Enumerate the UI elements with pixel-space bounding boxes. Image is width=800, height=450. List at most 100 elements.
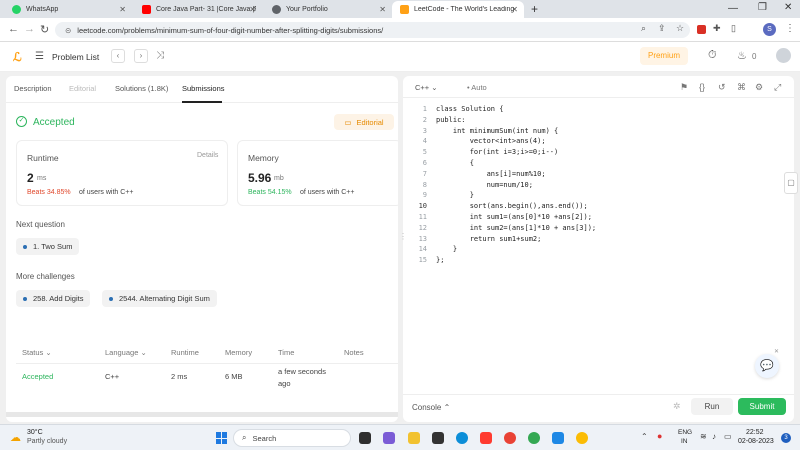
app-icon[interactable]	[480, 432, 492, 444]
forward-icon[interactable]: →	[24, 23, 35, 35]
user-avatar[interactable]	[776, 48, 791, 63]
code-line[interactable]: 15};	[403, 255, 794, 266]
shortcut-icon[interactable]: ⌘	[737, 82, 746, 93]
close-tab-icon[interactable]: ✕	[379, 5, 386, 14]
weather-icon[interactable]: ☁	[10, 431, 21, 444]
timer-icon[interactable]: ⏱	[708, 49, 717, 62]
region-indicator[interactable]: IN	[681, 438, 688, 445]
browser-menu-icon[interactable]: ⋮	[785, 23, 795, 34]
battery-icon[interactable]: ▭	[724, 432, 732, 441]
clock-time[interactable]: 22:52	[746, 429, 764, 436]
browser-tab-youtube[interactable]: Core Java Part- 31 |Core Java |F ✕	[134, 1, 262, 18]
leetcode-logo-icon[interactable]: ℒ	[13, 50, 22, 64]
close-tab-icon[interactable]: ✕	[119, 5, 126, 14]
code-line[interactable]: 9 }	[403, 190, 794, 201]
extensions-puzzle-icon[interactable]: ✚	[713, 23, 721, 34]
reload-icon[interactable]: ↻	[40, 23, 49, 36]
zoom-icon[interactable]: ⌕	[641, 23, 646, 34]
panel-resize-handle[interactable]: ⋮	[399, 232, 407, 242]
chrome-icon[interactable]	[504, 432, 516, 444]
code-line[interactable]: 6 {	[403, 158, 794, 169]
code-line[interactable]: 14 }	[403, 244, 794, 255]
run-button[interactable]: Run	[691, 398, 733, 415]
autocomplete-mode[interactable]: • Auto	[467, 83, 487, 92]
streak-fire-icon[interactable]: ♨	[737, 49, 747, 62]
code-line[interactable]: 8 num=num/10;	[403, 180, 794, 191]
browser-tab-leetcode[interactable]: LeetCode - The World's Leading ✕	[392, 1, 524, 18]
weather-text[interactable]: Partly cloudy	[27, 438, 67, 445]
browser-tab-whatsapp[interactable]: WhatsApp ✕	[4, 1, 132, 18]
reset-code-icon[interactable]: ↺	[718, 82, 726, 93]
browser-tab-portfolio[interactable]: Your Portfolio ✕	[264, 1, 392, 18]
prev-problem-icon[interactable]: ‹	[111, 49, 125, 63]
wifi-icon[interactable]: ≋	[700, 432, 707, 441]
fullscreen-icon[interactable]: ⤢	[774, 82, 781, 93]
debug-icon[interactable]: ✲	[673, 401, 681, 412]
code-line[interactable]: 7 ans[i]=num%10;	[403, 169, 794, 180]
back-icon[interactable]: ←	[8, 23, 19, 35]
editorial-button[interactable]: ▭ Editorial	[334, 114, 394, 130]
volume-icon[interactable]: ♪	[712, 432, 716, 441]
submit-button[interactable]: Submit	[738, 398, 786, 415]
temperature[interactable]: 30°C	[27, 429, 43, 436]
tab-submissions[interactable]: Submissions	[182, 84, 225, 93]
chat-assistant-icon[interactable]: 💬	[755, 354, 779, 378]
maximize-window-icon[interactable]: ❐	[758, 2, 767, 13]
table-row[interactable]	[16, 364, 398, 392]
minimize-window-icon[interactable]: —	[728, 3, 738, 14]
code-line[interactable]: 1 class Solution {	[403, 104, 794, 115]
close-tab-icon[interactable]: ✕	[249, 5, 256, 14]
share-icon[interactable]: ⇪	[658, 23, 666, 34]
row-status[interactable]: Accepted	[22, 372, 53, 381]
new-tab-button[interactable]: +	[531, 2, 538, 16]
code-line[interactable]: 5 for(int i=3;i>=0;i--)	[403, 147, 794, 158]
vscode-icon[interactable]	[552, 432, 564, 444]
tab-description[interactable]: Description	[14, 84, 52, 93]
code-line[interactable]: 12 int sum2=(ans[1]*10 + ans[3]);	[403, 223, 794, 234]
console-toggle[interactable]: Console ⌃	[412, 403, 450, 412]
task-view-icon[interactable]	[359, 432, 371, 444]
close-tab-icon[interactable]: ✕	[511, 5, 518, 14]
chrome-profile-icon[interactable]	[528, 432, 540, 444]
tab-editorial[interactable]: Editorial	[69, 84, 96, 93]
braces-icon[interactable]: {}	[699, 82, 705, 92]
close-window-icon[interactable]: ✕	[784, 2, 792, 13]
clock-date[interactable]: 02-08-2023	[738, 438, 774, 445]
column-language[interactable]: Language ⌄	[105, 348, 147, 357]
column-status[interactable]: Status ⌄	[22, 348, 52, 357]
site-info-icon[interactable]: ⊝	[65, 26, 71, 35]
premium-button[interactable]: Premium	[640, 47, 688, 65]
next-problem-icon[interactable]: ›	[134, 49, 148, 63]
extension-icon[interactable]	[697, 25, 706, 34]
tab-solutions[interactable]: Solutions (1.8K)	[115, 84, 168, 93]
memory-card[interactable]: Memory 5.96 mb Beats 54.15% of users wit…	[237, 140, 398, 206]
edge-icon[interactable]	[456, 432, 468, 444]
language-indicator[interactable]: ENG	[678, 429, 692, 436]
teams-icon[interactable]	[383, 432, 395, 444]
tray-app-icon[interactable]: ●	[657, 431, 662, 441]
problem-list-link[interactable]: Problem List	[52, 52, 99, 62]
close-chat-icon[interactable]: ✕	[774, 348, 779, 355]
profile-avatar[interactable]: S	[763, 23, 776, 36]
code-line[interactable]: 2 public:	[403, 115, 794, 126]
taskbar-search[interactable]: ⌕ Search	[233, 429, 351, 447]
runtime-details-link[interactable]: Details	[197, 152, 218, 159]
store-icon[interactable]	[432, 432, 444, 444]
url-field[interactable]: ⊝ leetcode.com/problems/minimum-sum-of-f…	[55, 22, 690, 38]
chrome-canary-icon[interactable]	[576, 432, 588, 444]
bookmark-icon[interactable]: ⚑	[680, 82, 688, 93]
language-select[interactable]: C++ ⌄	[415, 83, 438, 92]
code-line[interactable]: 11 int sum1=(ans[0]*10 +ans[2]);	[403, 212, 794, 223]
code-line[interactable]: 4 vector<int>ans(4);	[403, 136, 794, 147]
sidebar-toggle-icon[interactable]: ▯	[731, 23, 736, 34]
tray-chevron-icon[interactable]: ⌃	[641, 432, 648, 441]
challenge-chip[interactable]: 258. Add Digits	[16, 290, 91, 307]
challenge-chip[interactable]: 2544. Alternating Digit Sum	[102, 290, 217, 307]
settings-gear-icon[interactable]: ⚙	[755, 82, 763, 93]
notification-badge[interactable]: 3	[781, 433, 791, 443]
next-question-chip[interactable]: 1. Two Sum	[16, 238, 80, 255]
shuffle-icon[interactable]: ⤨	[156, 50, 164, 61]
horizontal-scrollbar[interactable]	[6, 412, 398, 417]
windows-start-icon[interactable]	[216, 432, 228, 444]
bookmark-star-icon[interactable]: ☆	[676, 23, 684, 34]
